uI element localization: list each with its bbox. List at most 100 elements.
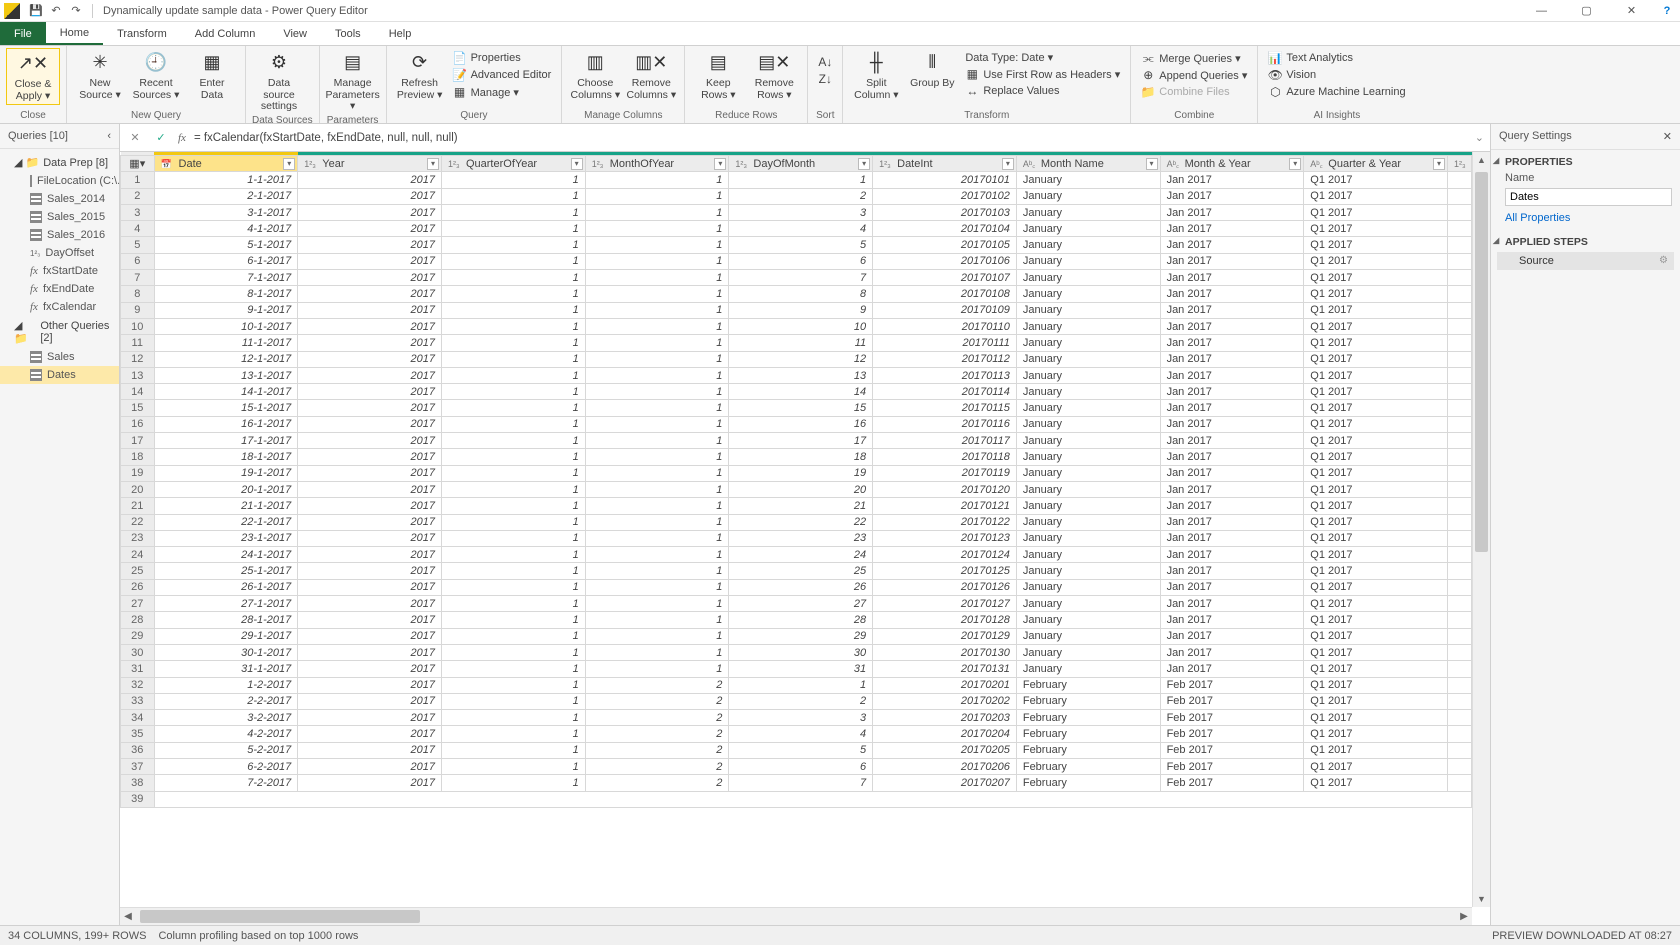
cell[interactable]: 2-1-2017 — [154, 188, 298, 204]
cell[interactable]: 1 — [441, 758, 585, 774]
scroll-thumb-h[interactable] — [140, 910, 420, 923]
cell[interactable]: 20170204 — [873, 726, 1017, 742]
table-row[interactable]: 44-1-2017201711420170104JanuaryJan 2017Q… — [121, 221, 1472, 237]
cell[interactable]: 16 — [729, 416, 873, 432]
cell[interactable]: Jan 2017 — [1160, 465, 1304, 481]
cell[interactable]: 20170201 — [873, 677, 1017, 693]
cell[interactable]: 20170113 — [873, 367, 1017, 383]
table-row[interactable]: 2525-1-20172017112520170125JanuaryJan 20… — [121, 563, 1472, 579]
cell[interactable]: 19 — [729, 465, 873, 481]
query-name-input[interactable] — [1505, 188, 1672, 206]
cell[interactable]: 16-1-2017 — [154, 416, 298, 432]
cell[interactable]: Q1 2017 — [1304, 579, 1448, 595]
cell[interactable]: Jan 2017 — [1160, 270, 1304, 286]
column-header[interactable]: 1²₃MonthOfYear▾ — [585, 156, 729, 172]
cell[interactable]: 2017 — [298, 351, 442, 367]
cell[interactable]: 3 — [729, 204, 873, 220]
filter-dropdown-icon[interactable]: ▾ — [714, 158, 726, 170]
combine-files-button[interactable]: 📁Combine Files — [1137, 84, 1251, 100]
cell[interactable]: 15 — [729, 400, 873, 416]
cell[interactable]: January — [1016, 270, 1160, 286]
table-row[interactable]: 66-1-2017201711620170106JanuaryJan 2017Q… — [121, 253, 1472, 269]
advanced-editor-button[interactable]: 📝Advanced Editor — [449, 67, 556, 83]
cell[interactable]: 3-2-2017 — [154, 710, 298, 726]
replace-values-button[interactable]: ↔Replace Values — [961, 83, 1124, 99]
formula-input[interactable] — [194, 132, 1467, 144]
cell[interactable]: 27-1-2017 — [154, 596, 298, 612]
cell[interactable]: Jan 2017 — [1160, 302, 1304, 318]
cell[interactable]: Q1 2017 — [1304, 514, 1448, 530]
cell[interactable] — [1448, 514, 1472, 530]
filter-dropdown-icon[interactable]: ▾ — [283, 158, 295, 170]
cell[interactable] — [1448, 498, 1472, 514]
table-row[interactable]: 1818-1-20172017111820170118JanuaryJan 20… — [121, 449, 1472, 465]
column-header[interactable]: Aᵇ꜀Month & Year▾ — [1160, 156, 1304, 172]
table-row[interactable]: 1717-1-20172017111720170117JanuaryJan 20… — [121, 433, 1472, 449]
cell[interactable]: 2017 — [298, 204, 442, 220]
cell[interactable]: January — [1016, 481, 1160, 497]
cell[interactable] — [1448, 286, 1472, 302]
cell[interactable]: Q1 2017 — [1304, 742, 1448, 758]
cell[interactable]: 1 — [441, 563, 585, 579]
cell[interactable]: 20-1-2017 — [154, 481, 298, 497]
cell[interactable]: February — [1016, 710, 1160, 726]
recent-sources-button[interactable]: 🕘Recent Sources ▾ — [129, 48, 183, 103]
cell[interactable] — [1448, 433, 1472, 449]
cell[interactable]: 2017 — [298, 547, 442, 563]
column-header[interactable]: Aᵇ꜀Month Name▾ — [1016, 156, 1160, 172]
cell[interactable]: January — [1016, 563, 1160, 579]
cell[interactable] — [1448, 400, 1472, 416]
cell[interactable]: 1 — [585, 253, 729, 269]
cell[interactable]: 17-1-2017 — [154, 433, 298, 449]
cell[interactable]: January — [1016, 318, 1160, 334]
step-gear-icon[interactable]: ⚙ — [1659, 255, 1668, 266]
cell[interactable]: Q1 2017 — [1304, 384, 1448, 400]
cell[interactable]: 1 — [585, 563, 729, 579]
cell[interactable]: 1 — [441, 270, 585, 286]
cell[interactable]: January — [1016, 514, 1160, 530]
keep-rows-button[interactable]: ▤Keep Rows ▾ — [691, 48, 745, 103]
cell[interactable]: 20170116 — [873, 416, 1017, 432]
cell[interactable]: 20170129 — [873, 628, 1017, 644]
table-row[interactable]: 11-1-2017201711120170101JanuaryJan 2017Q… — [121, 172, 1472, 188]
cell[interactable]: Q1 2017 — [1304, 465, 1448, 481]
cell[interactable]: 1 — [729, 677, 873, 693]
table-row[interactable]: 1414-1-20172017111420170114JanuaryJan 20… — [121, 384, 1472, 400]
column-header[interactable]: 1²₃QuarterOfYear▾ — [441, 156, 585, 172]
cell[interactable]: 22 — [729, 514, 873, 530]
cell[interactable]: 1 — [585, 318, 729, 334]
cell[interactable] — [1448, 367, 1472, 383]
filter-dropdown-icon[interactable]: ▾ — [1433, 158, 1445, 170]
cell[interactable]: Jan 2017 — [1160, 498, 1304, 514]
cell[interactable] — [1448, 530, 1472, 546]
cell[interactable]: 1 — [585, 351, 729, 367]
table-row[interactable]: 88-1-2017201711820170108JanuaryJan 2017Q… — [121, 286, 1472, 302]
table-row[interactable]: 1515-1-20172017111520170115JanuaryJan 20… — [121, 400, 1472, 416]
cell[interactable]: January — [1016, 416, 1160, 432]
cell[interactable]: Q1 2017 — [1304, 661, 1448, 677]
cell[interactable]: 5-2-2017 — [154, 742, 298, 758]
cell[interactable]: February — [1016, 742, 1160, 758]
table-row[interactable]: 1111-1-20172017111120170111JanuaryJan 20… — [121, 335, 1472, 351]
cell[interactable]: 20170106 — [873, 253, 1017, 269]
data-source-settings-button[interactable]: ⚙Data source settings — [252, 48, 306, 115]
cell[interactable]: 28-1-2017 — [154, 612, 298, 628]
step-source[interactable]: Source ⚙ — [1497, 252, 1674, 270]
table-row[interactable]: 2828-1-20172017112820170128JanuaryJan 20… — [121, 612, 1472, 628]
cell[interactable]: 1 — [441, 400, 585, 416]
horizontal-scrollbar[interactable]: ◀ ▶ — [120, 907, 1472, 925]
cell[interactable]: Feb 2017 — [1160, 693, 1304, 709]
cell[interactable]: 2017 — [298, 302, 442, 318]
cell[interactable]: January — [1016, 400, 1160, 416]
cell[interactable]: February — [1016, 758, 1160, 774]
cell[interactable]: January — [1016, 221, 1160, 237]
cell[interactable]: 1 — [585, 221, 729, 237]
filter-dropdown-icon[interactable]: ▾ — [1002, 158, 1014, 170]
cell[interactable]: 2017 — [298, 710, 442, 726]
cell[interactable]: 1 — [441, 221, 585, 237]
cell[interactable]: 20170117 — [873, 433, 1017, 449]
cell[interactable]: January — [1016, 661, 1160, 677]
cell[interactable]: Feb 2017 — [1160, 726, 1304, 742]
tab-add-column[interactable]: Add Column — [181, 22, 270, 45]
cell[interactable]: 8 — [729, 286, 873, 302]
